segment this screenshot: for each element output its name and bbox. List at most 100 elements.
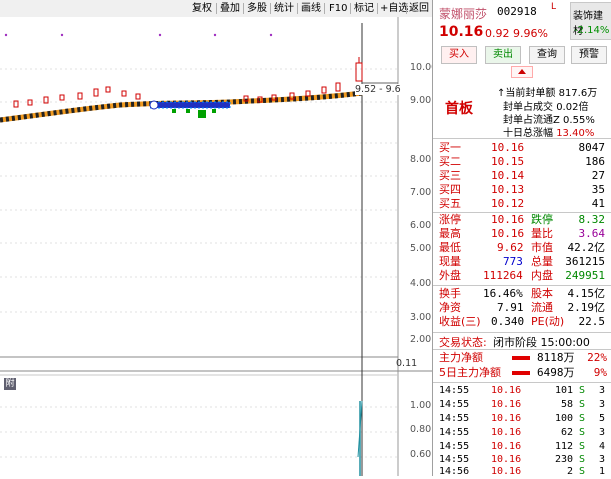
stat-label: 总量 (531, 255, 553, 268)
flow-bar (512, 371, 530, 375)
stat-label: 内盘 (531, 269, 553, 282)
tick-volume: 58 (560, 399, 573, 410)
overlay-button[interactable]: 叠加 (220, 2, 240, 15)
tick-price: 10.16 (491, 385, 522, 396)
divider (433, 138, 611, 139)
divider (433, 332, 611, 333)
volume-axis-tick: 0.80 (410, 424, 432, 435)
tick-volume: 100 (554, 413, 573, 424)
tick-row: 14:55 10.16 112 S 4 (439, 440, 609, 453)
book-price: 10.16 (491, 141, 525, 154)
query-button[interactable]: 查询 (529, 46, 565, 64)
stat-value: 10.16 (491, 227, 525, 240)
tick-row: 14:55 10.16 101 S 3 (439, 384, 609, 397)
multi-stock-button[interactable]: 多股 (247, 2, 267, 15)
tick-side: S (579, 413, 586, 424)
industry-box[interactable]: 装饰建材 -2.14% (570, 2, 611, 40)
toolbar-divider (377, 3, 378, 14)
statistics-button[interactable]: 统计 (274, 2, 294, 15)
book-volume: 41 (591, 197, 605, 210)
volume-axis-tick: 0.60 (410, 449, 432, 460)
chart-toolbar: 复权 叠加 多股 统计 画线 F10 标记 +自选 返回 (0, 0, 432, 18)
industry-change: -2.14% (574, 25, 610, 36)
toolbar-divider (216, 3, 217, 14)
flow-label: 主力净额 (439, 351, 483, 364)
tick-count: 3 (598, 385, 605, 396)
stat-value: 249951 (565, 269, 605, 282)
stats-row: 最高 10.16 量比 3.64 (439, 227, 609, 241)
stat-label: 最低 (439, 241, 461, 254)
divider (433, 349, 611, 350)
draw-line-button[interactable]: 画线 (301, 2, 321, 15)
stat-value: 7.91 (497, 301, 524, 314)
fund-flow-row: 主力净额 8118万 22% (439, 351, 609, 365)
order-book-row: 买四 10.13 35 (439, 183, 609, 196)
toolbar-divider (324, 3, 325, 14)
board-label: 首板 (445, 101, 473, 117)
stats-row: 最低 9.62 市值 42.2亿 (439, 241, 609, 255)
stats-row: 涨停 10.16 跌停 8.32 (439, 213, 609, 227)
stat-value: 10.16 (491, 213, 525, 226)
fund-flow-row: 5日主力净额 6498万 9% (439, 366, 609, 380)
tick-side: S (579, 385, 586, 396)
order-book-row: 买五 10.12 41 (439, 197, 609, 210)
stat-value: 8.32 (578, 213, 606, 226)
book-price: 10.12 (491, 197, 525, 210)
seal-row: 十日总涨幅 13.40% (503, 124, 594, 139)
stat-value: 22.5 (578, 315, 606, 328)
mark-button[interactable]: 标记 (354, 2, 374, 15)
stat-label: 收益(三) (439, 315, 481, 328)
sell-button[interactable]: 卖出 (485, 46, 521, 64)
stat-label: 涨停 (439, 213, 461, 226)
tick-side: S (579, 399, 586, 410)
stats-row: 现量 773 总量 361215 (439, 255, 609, 269)
divider (433, 285, 611, 286)
tick-count: 3 (598, 399, 605, 410)
price-axis-tick: 5.00 (410, 243, 432, 254)
alert-button[interactable]: 预警 (571, 46, 607, 64)
tick-time: 14:56 (439, 466, 470, 477)
divider (433, 382, 611, 383)
price-axis-tick: 8.00 (410, 154, 432, 165)
tick-volume: 2 (566, 466, 573, 477)
seal-row: ↑当前封单额 817.6万 (497, 88, 598, 99)
book-label: 买五 (439, 197, 461, 210)
tick-volume: 101 (554, 385, 573, 396)
tick-side: S (579, 441, 586, 452)
stat-label: 跌停 (531, 213, 553, 226)
stat-value: 42.2亿 (567, 241, 606, 254)
stats-row: 收益(三) 0.340 PE(动) 22.5 (439, 315, 609, 329)
tick-time: 14:55 (439, 399, 470, 410)
tick-time: 14:55 (439, 441, 470, 452)
book-volume: 8047 (578, 141, 606, 154)
stat-value: 0.340 (491, 315, 525, 328)
tick-row: 14:55 10.16 58 S 3 (439, 398, 609, 411)
collapse-up-icon[interactable] (511, 66, 533, 78)
book-volume: 27 (591, 169, 605, 182)
stat-value: 111264 (483, 269, 523, 282)
stats-row: 净资 7.91 流通 2.19亿 (439, 301, 609, 315)
stat-label: 流通 (531, 301, 553, 314)
tick-side: S (579, 427, 586, 438)
tick-price: 10.16 (491, 399, 522, 410)
price-axis-tick: 4.00 (410, 278, 432, 289)
stats-row: 换手 16.46% 股本 4.15亿 (439, 287, 609, 301)
stat-value: 3.64 (578, 227, 606, 240)
flow-bar (512, 356, 530, 360)
back-button[interactable]: 返回 (409, 2, 429, 15)
sub-chart-tag[interactable]: 附 (4, 378, 16, 390)
f10-button[interactable]: F10 (329, 2, 347, 15)
restore-rights-button[interactable]: 复权 (192, 2, 212, 15)
toolbar-divider (406, 3, 407, 14)
order-book-row: 买三 10.14 27 (439, 169, 609, 182)
tick-volume: 112 (554, 441, 573, 452)
add-watchlist-button[interactable]: +自选 (380, 2, 408, 15)
price-axis-tick: 9.00 (410, 95, 432, 106)
toolbar-divider (350, 3, 351, 14)
stock-code: 002918 (497, 5, 537, 18)
stat-label: PE(动) (531, 315, 565, 328)
stat-value: 361215 (565, 255, 605, 268)
stat-value: 16.46% (483, 287, 523, 300)
stat-label: 市值 (531, 241, 553, 254)
buy-button[interactable]: 买入 (441, 46, 477, 64)
